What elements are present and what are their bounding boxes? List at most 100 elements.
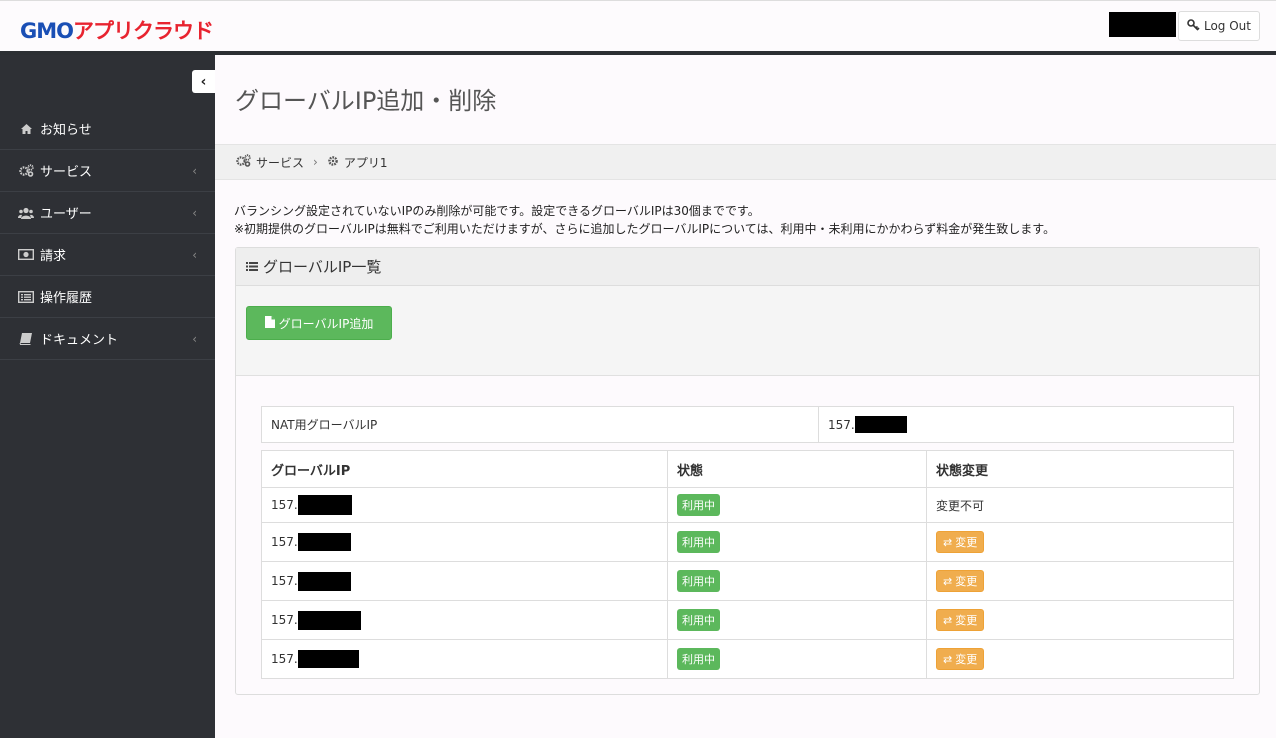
sidebar: ‹ お知らせ サービス ‹ ユーザー ‹ 請求 ‹ 操作履歴 ドキュメント ‹ — [0, 55, 215, 738]
sidebar-item-label: 操作履歴 — [40, 291, 93, 306]
logo-brand: アプリクラウド — [73, 19, 214, 43]
status-badge: 利用中 — [677, 531, 720, 553]
logout-label: Log Out — [1203, 19, 1251, 33]
breadcrumb-item-app[interactable]: アプリ1 — [344, 154, 388, 171]
retweet-icon: ⇄ — [943, 652, 953, 666]
sidebar-item-history[interactable]: 操作履歴 — [0, 276, 215, 318]
logo-gmo: GMO — [20, 19, 74, 43]
note-line: バランシング設定されていないIPのみ削除が可能です。設定できるグローバルIPは3… — [234, 204, 760, 218]
ip-prefix: 157. — [271, 498, 298, 512]
table-row: 157. 利用中 ⇄ 変更 — [261, 561, 1234, 601]
note-line: ※初期提供のグローバルIPは無料でご利用いただけますが、さらに追加したグローバル… — [234, 222, 1056, 236]
status-badge: 利用中 — [677, 570, 720, 592]
app-logo[interactable]: GMOアプリクラウド — [20, 15, 214, 45]
action-cell: ⇄ 変更 — [926, 561, 1234, 601]
status-cell: 利用中 — [667, 561, 927, 601]
chevron-left-icon: ‹ — [200, 73, 207, 90]
ip-prefix: 157. — [271, 652, 298, 666]
action-cell: ⇄ 変更 — [926, 522, 1234, 562]
column-header: グローバルIP — [261, 450, 668, 488]
ip-redacted — [854, 416, 907, 433]
table-row: 157. 利用中 変更不可 — [261, 487, 1234, 523]
panel-title: グローバルIP一覧 — [263, 258, 382, 276]
sidebar-item-label: ドキュメント — [40, 333, 119, 348]
status-badge: 利用中 — [677, 609, 720, 631]
top-header: GMOアプリクラウド Log Out — [0, 0, 1276, 51]
panel-header: グローバルIP一覧 — [236, 248, 1259, 286]
sidebar-item-billing[interactable]: 請求 ‹ — [0, 234, 215, 276]
sidebar-item-users[interactable]: ユーザー ‹ — [0, 192, 215, 234]
change-label: 変更 — [955, 536, 978, 549]
table-row: 157. 利用中 ⇄ 変更 — [261, 600, 1234, 640]
cog-icon — [327, 155, 339, 170]
status-cell: 利用中 — [667, 487, 927, 523]
file-icon — [264, 315, 275, 331]
add-global-ip-button[interactable]: グローバルIP追加 — [246, 306, 392, 340]
sidebar-item-label: 請求 — [40, 249, 67, 264]
chevron-left-icon: ‹ — [192, 247, 197, 262]
global-ip-table: グローバルIP 状態 状態変更 157. 利用中 変更不可 157. 利用中 ⇄… — [261, 450, 1234, 679]
ip-prefix: 157. — [271, 574, 298, 588]
breadcrumb-item-service[interactable]: サービス — [256, 154, 304, 171]
ip-cell: 157. — [261, 639, 668, 679]
logout-button[interactable]: Log Out — [1178, 11, 1260, 41]
nat-label: NAT用グローバルIP — [261, 406, 819, 443]
page-title: グローバルIP追加・削除 — [235, 87, 497, 115]
add-button-label: グローバルIP追加 — [278, 316, 374, 331]
change-label: 変更 — [955, 653, 978, 666]
ip-redacted — [297, 571, 351, 591]
ip-cell: 157. — [261, 600, 668, 640]
sidebar-item-label: ユーザー — [40, 207, 92, 222]
sidebar-nav: お知らせ サービス ‹ ユーザー ‹ 請求 ‹ 操作履歴 ドキュメント ‹ — [0, 108, 215, 360]
retweet-icon: ⇄ — [943, 535, 953, 549]
ip-prefix: 157. — [828, 417, 855, 432]
cogs-icon — [17, 164, 35, 177]
action-cell: ⇄ 変更 — [926, 639, 1234, 679]
retweet-icon: ⇄ — [943, 613, 953, 627]
change-status-button[interactable]: ⇄ 変更 — [936, 648, 985, 670]
nat-value: 157. — [818, 406, 1234, 443]
change-label: 変更 — [955, 575, 978, 588]
breadcrumb: サービス › アプリ1 — [215, 145, 1276, 180]
change-status-button[interactable]: ⇄ 変更 — [936, 570, 985, 592]
chevron-left-icon: ‹ — [192, 163, 197, 178]
status-badge: 利用中 — [677, 494, 720, 516]
user-name-redacted — [1109, 12, 1176, 37]
ip-prefix: 157. — [271, 535, 298, 549]
list-alt-icon — [17, 290, 35, 303]
chevron-right-icon: › — [313, 155, 318, 169]
status-badge: 利用中 — [677, 648, 720, 670]
main-content: グローバルIP追加・削除 サービス › アプリ1 バランシング設定されていないI… — [215, 55, 1276, 738]
sidebar-item-label: お知らせ — [40, 123, 92, 138]
ip-redacted — [297, 650, 359, 668]
money-icon — [17, 249, 35, 260]
status-cell: 利用中 — [667, 522, 927, 562]
change-unavailable-text: 変更不可 — [936, 498, 985, 513]
change-status-button[interactable]: ⇄ 変更 — [936, 531, 985, 553]
change-status-button[interactable]: ⇄ 変更 — [936, 609, 985, 631]
table-header-row: グローバルIP 状態 状態変更 — [261, 450, 1234, 488]
sidebar-item-news[interactable]: お知らせ — [0, 108, 215, 150]
info-notes: バランシング設定されていないIPのみ削除が可能です。設定できるグローバルIPは3… — [234, 202, 1055, 238]
change-label: 変更 — [955, 614, 978, 627]
action-cell: ⇄ 変更 — [926, 600, 1234, 640]
book-icon — [17, 332, 35, 345]
action-cell: 変更不可 — [926, 487, 1234, 523]
retweet-icon: ⇄ — [943, 574, 953, 588]
chevron-left-icon: ‹ — [192, 331, 197, 346]
global-ip-panel: グローバルIP一覧 グローバルIP追加 NAT用グローバルIP 157. グロー… — [235, 247, 1260, 695]
ip-cell: 157. — [261, 487, 668, 523]
status-cell: 利用中 — [667, 600, 927, 640]
ip-redacted — [297, 533, 351, 551]
column-header: 状態 — [667, 450, 927, 488]
home-icon — [17, 123, 35, 135]
sidebar-item-documents[interactable]: ドキュメント ‹ — [0, 318, 215, 360]
table-row: NAT用グローバルIP 157. — [261, 406, 1234, 443]
users-icon — [17, 207, 35, 219]
status-cell: 利用中 — [667, 639, 927, 679]
sidebar-collapse-button[interactable]: ‹ — [192, 70, 215, 93]
column-header: 状態変更 — [926, 450, 1234, 488]
key-icon — [1187, 18, 1200, 34]
list-icon — [246, 258, 258, 276]
sidebar-item-service[interactable]: サービス ‹ — [0, 150, 215, 192]
